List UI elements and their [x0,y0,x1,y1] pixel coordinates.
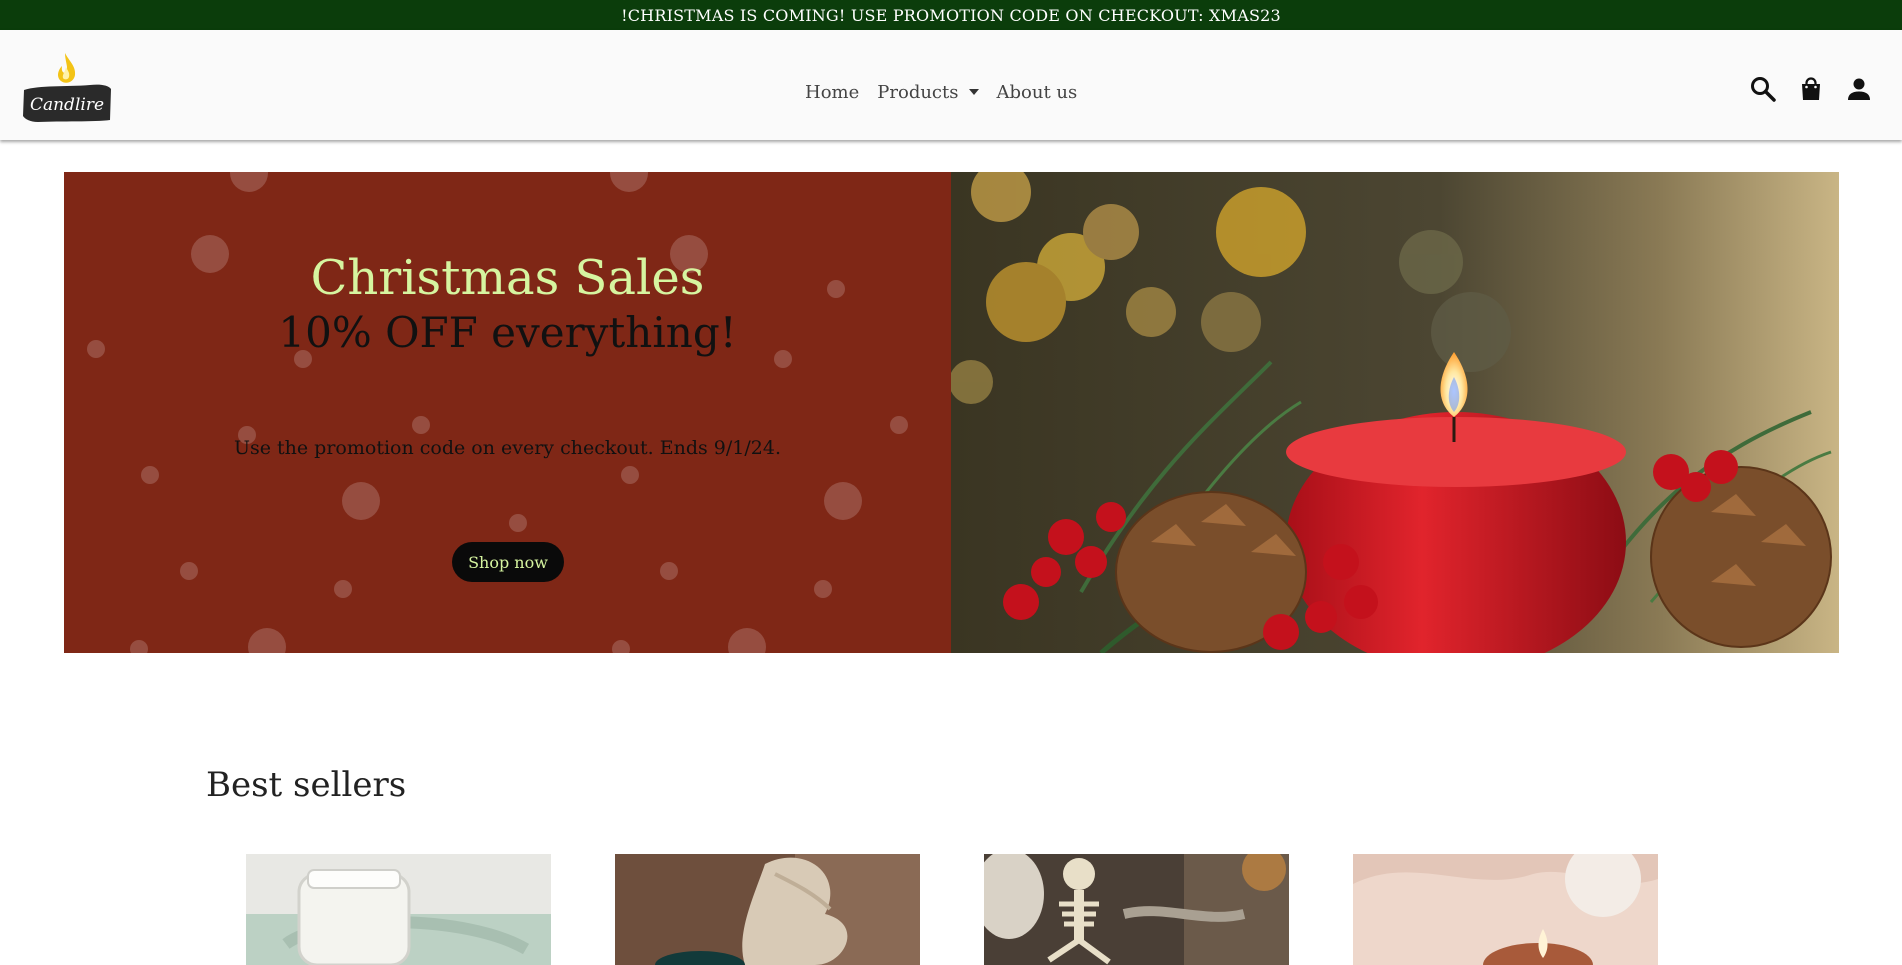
hero-title: Christmas Sales [310,250,705,306]
snow-dot [130,640,148,653]
brand-logo[interactable]: Candlire [20,48,114,122]
snow-dot [824,482,862,520]
site-header: Candlire Home Products About us [0,30,1902,140]
product-card[interactable] [1353,854,1658,965]
candle-jar-image [246,854,551,965]
snow-dot [660,562,678,580]
user-icon [1848,78,1870,100]
product-card[interactable] [615,854,920,965]
nav-products-label: Products [877,81,959,103]
snow-dot [180,562,198,580]
snow-dot [621,466,639,484]
search-button[interactable] [1750,76,1776,102]
shopping-bag-icon [1802,77,1820,100]
best-sellers-list [246,854,1658,965]
nav-products[interactable]: Products [877,81,979,103]
hero-description: Use the promotion code on every checkout… [233,437,781,459]
flame-icon [58,53,76,83]
snow-dot [814,580,832,598]
snow-dot [342,482,380,520]
snow-dot [612,640,630,653]
hero-banner: Christmas Sales 10% OFF everything! Use … [64,172,1839,653]
best-sellers-title: Best sellers [206,765,407,805]
header-actions [1750,30,1872,140]
snow-dot [412,416,430,434]
hero-promo-panel: Christmas Sales 10% OFF everything! Use … [64,172,951,653]
cart-button[interactable] [1798,76,1824,102]
nav-home[interactable]: Home [805,82,859,103]
product-card[interactable] [984,854,1289,965]
hero-candle-image [951,172,1839,653]
nav-about[interactable]: About us [997,82,1078,103]
hero-subtitle: 10% OFF everything! [278,308,737,357]
brand-name: Candlire [30,95,104,115]
search-icon [1751,77,1776,102]
snow-dot [728,628,766,653]
chevron-down-icon [968,89,979,95]
main-nav: Home Products About us [805,30,1077,140]
gift-candle-image [615,854,920,965]
announcement-text: !CHRISTMAS IS COMING! USE PROMOTION CODE… [621,5,1281,25]
snow-dot [141,466,159,484]
account-button[interactable] [1846,76,1872,102]
snow-dot [890,416,908,434]
skeleton-candle-image [984,854,1289,965]
snow-dot [230,172,268,192]
snow-dot [248,628,286,653]
announcement-bar: !CHRISTMAS IS COMING! USE PROMOTION CODE… [0,0,1902,30]
product-card[interactable] [246,854,551,965]
snow-dot [509,514,527,532]
shop-now-button[interactable]: Shop now [452,542,564,582]
lit-candle-image [1353,854,1658,965]
snow-dot [610,172,648,192]
snow-dot [334,580,352,598]
